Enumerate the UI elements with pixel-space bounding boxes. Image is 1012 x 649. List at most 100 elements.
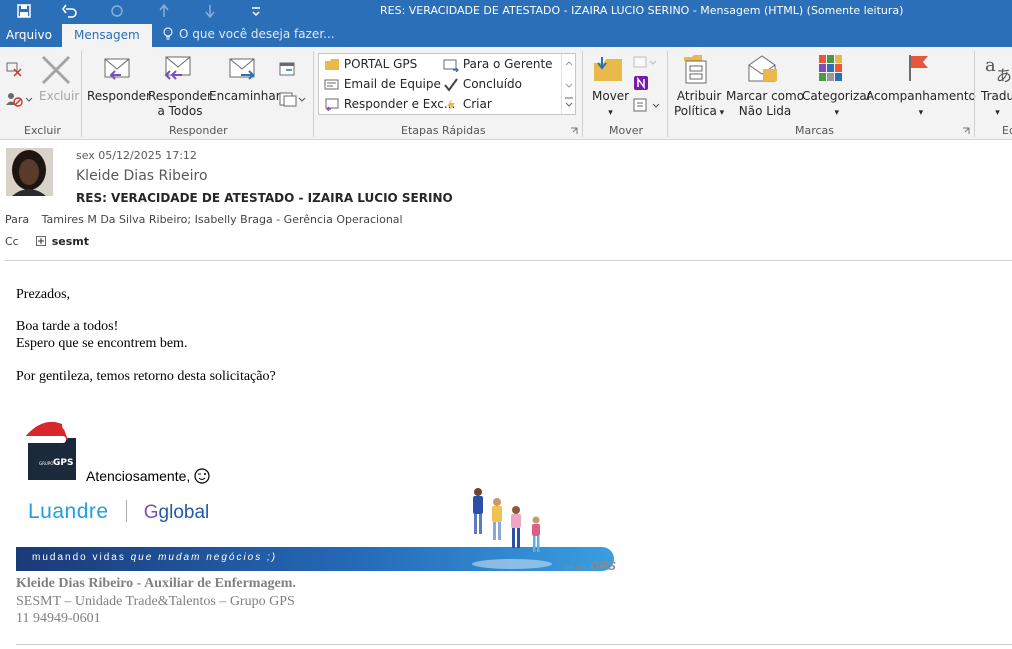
dialog-launcher-icon[interactable] <box>962 127 970 135</box>
ignore-icon[interactable] <box>5 59 23 77</box>
signature-department: SESMT – Unidade Trade&Talentos – Grupo G… <box>16 594 295 609</box>
ribbon: Excluir Excluir Responder Responder a To… <box>0 47 1012 140</box>
expand-group-icon[interactable] <box>36 236 47 246</box>
move-label: Mover <box>592 89 630 103</box>
assign-policy-icon <box>682 53 710 85</box>
translate-button[interactable]: Tradu ▾ <box>981 89 1012 121</box>
wink-emoji-icon <box>194 468 210 484</box>
reply-all-icon <box>160 53 194 85</box>
customize-toolbar-icon[interactable] <box>250 3 262 19</box>
tab-mensagem[interactable]: Mensagem <box>62 24 152 47</box>
reply-icon <box>101 53 133 85</box>
flag-icon <box>906 53 932 83</box>
to-label: Para <box>5 213 30 226</box>
reply-button[interactable]: Responder <box>87 89 151 104</box>
closing-text: Atenciosamente, <box>86 468 191 484</box>
message-subject: RES: VERACIDADE DE ATESTADO - IZAIRA LUC… <box>76 191 453 205</box>
cc-label: Cc <box>5 235 19 248</box>
reply-all-button[interactable]: Responder a Todos <box>148 89 212 119</box>
forward-button[interactable]: Encaminhar <box>209 89 281 104</box>
quick-step-label: Concluído <box>462 77 522 91</box>
mark-unread-button[interactable]: Marcar como Não Lida <box>726 89 804 119</box>
sender-name[interactable]: Kleide Dias Ribeiro <box>76 168 208 184</box>
group-label-responder: Responder <box>169 124 228 137</box>
move-button[interactable]: Mover ▾ <box>592 89 629 121</box>
quick-step-label: Criar <box>462 97 492 111</box>
message-date: sex 05/12/2025 17:12 <box>76 149 197 162</box>
mark-unread-label-1: Marcar como <box>726 89 805 103</box>
quick-step-concluido[interactable]: Concluído <box>443 77 522 92</box>
signature-name: Kleide Dias Ribeiro - Auxiliar de Enferm… <box>16 576 296 591</box>
signature-phone: 11 94949-0601 <box>16 611 101 626</box>
banner-people-illustration <box>464 484 554 570</box>
svg-text:a: a <box>985 55 996 76</box>
onenote-icon[interactable] <box>633 75 649 91</box>
group-separator <box>974 51 975 137</box>
translate-icon: aあ <box>984 53 1012 85</box>
move-folder-icon <box>592 53 626 85</box>
translate-label: Tradu <box>981 89 1012 103</box>
group-label-edicao: Ed <box>1002 124 1012 137</box>
tab-arquivo[interactable]: Arquivo <box>6 28 52 42</box>
redo-icon <box>109 3 125 19</box>
ribbon-tabs: Arquivo Mensagem O que você deseja fazer… <box>0 22 1012 47</box>
tell-me-input[interactable]: O que você deseja fazer... <box>179 27 335 41</box>
luandre-logo: Luandre <box>28 500 109 523</box>
junk-icon[interactable] <box>5 91 33 107</box>
body-line-3: Por gentileza, temos retorno desta solic… <box>16 369 276 384</box>
group-label-mover: Mover <box>609 124 644 137</box>
window-title: RES: VERACIDADE DE ATESTADO - IZAIRA LUC… <box>380 4 904 17</box>
delete-button: Excluir <box>39 89 80 103</box>
quick-step-portal-gps[interactable]: PORTAL GPS <box>324 57 417 71</box>
signature-divider <box>16 644 1012 645</box>
quick-steps-gallery: PORTAL GPS Para o Gerente Email de Equip… <box>318 53 576 115</box>
assign-policy-label-1: Atribuir <box>676 89 722 103</box>
save-icon[interactable] <box>16 3 32 19</box>
mark-unread-icon <box>745 53 779 85</box>
more-respond-icon[interactable] <box>278 91 306 107</box>
group-separator <box>667 51 668 137</box>
follow-up-button[interactable]: Acompanhamento ▾ <box>866 89 976 121</box>
quick-step-label: Responder e Exc... <box>343 97 456 111</box>
to-row: Para Tamires M Da Silva Ribeiro; Isabell… <box>5 213 403 226</box>
gps-logo-text: GPS <box>53 458 73 468</box>
group-label-etapas-rapidas: Etapas Rápidas <box>401 124 486 137</box>
dialog-launcher-icon[interactable] <box>570 127 578 135</box>
next-item-icon <box>203 3 217 19</box>
global-logo-text: global <box>158 502 210 523</box>
to-recipients[interactable]: Tamires M Da Silva Ribeiro; Isabelly Bra… <box>42 213 403 226</box>
assign-policy-label-2: Política <box>674 104 717 118</box>
quick-step-para-o-gerente[interactable]: Para o Gerente <box>443 57 553 72</box>
group-label-marcas: Marcas <box>795 124 835 137</box>
reply-all-label-2: a Todos <box>157 104 203 118</box>
lightbulb-icon <box>162 27 174 41</box>
quick-step-responder-e-excluir[interactable]: Responder e Exc... <box>324 97 455 111</box>
group-separator <box>313 51 314 137</box>
follow-up-label: Acompanhamento <box>866 89 976 103</box>
undo-icon[interactable] <box>62 3 78 19</box>
body-line-1: Boa tarde a todos! <box>16 319 119 334</box>
assign-policy-button[interactable]: Atribuir Política ▾ <box>674 89 724 121</box>
logo-divider <box>125 500 127 522</box>
forward-icon <box>227 53 259 85</box>
meeting-reply-icon[interactable] <box>278 61 296 77</box>
rules-icon <box>633 55 657 69</box>
banner-gps-text: GPS <box>590 559 616 573</box>
actions-icon[interactable] <box>633 97 661 113</box>
quick-step-label: Email de Equipe <box>343 77 441 91</box>
svg-text:あ: あ <box>996 66 1012 85</box>
gps-santa-logo: GRUPO GPS <box>22 416 80 482</box>
categorize-button[interactable]: Categorizar ▾ <box>802 89 872 121</box>
gps-logo-small-text: GRUPO <box>39 461 53 466</box>
delete-icon <box>40 55 72 85</box>
cc-recipients[interactable]: sesmt <box>52 235 89 248</box>
quick-step-email-de-equipe[interactable]: Email de Equipe <box>324 77 441 91</box>
group-separator <box>81 51 82 137</box>
quick-step-criar[interactable]: Criar <box>443 97 492 112</box>
body-line-2: Espero que se encontrem bem. <box>16 336 188 351</box>
group-label-excluir: Excluir <box>24 124 61 137</box>
banner-gps-logo: GRUPO GPS <box>564 557 616 575</box>
brand-logos: Luandre Gglobal <box>28 500 209 524</box>
quick-steps-scroll[interactable] <box>561 54 575 114</box>
title-bar: RES: VERACIDADE DE ATESTADO - IZAIRA LUC… <box>0 0 1012 22</box>
